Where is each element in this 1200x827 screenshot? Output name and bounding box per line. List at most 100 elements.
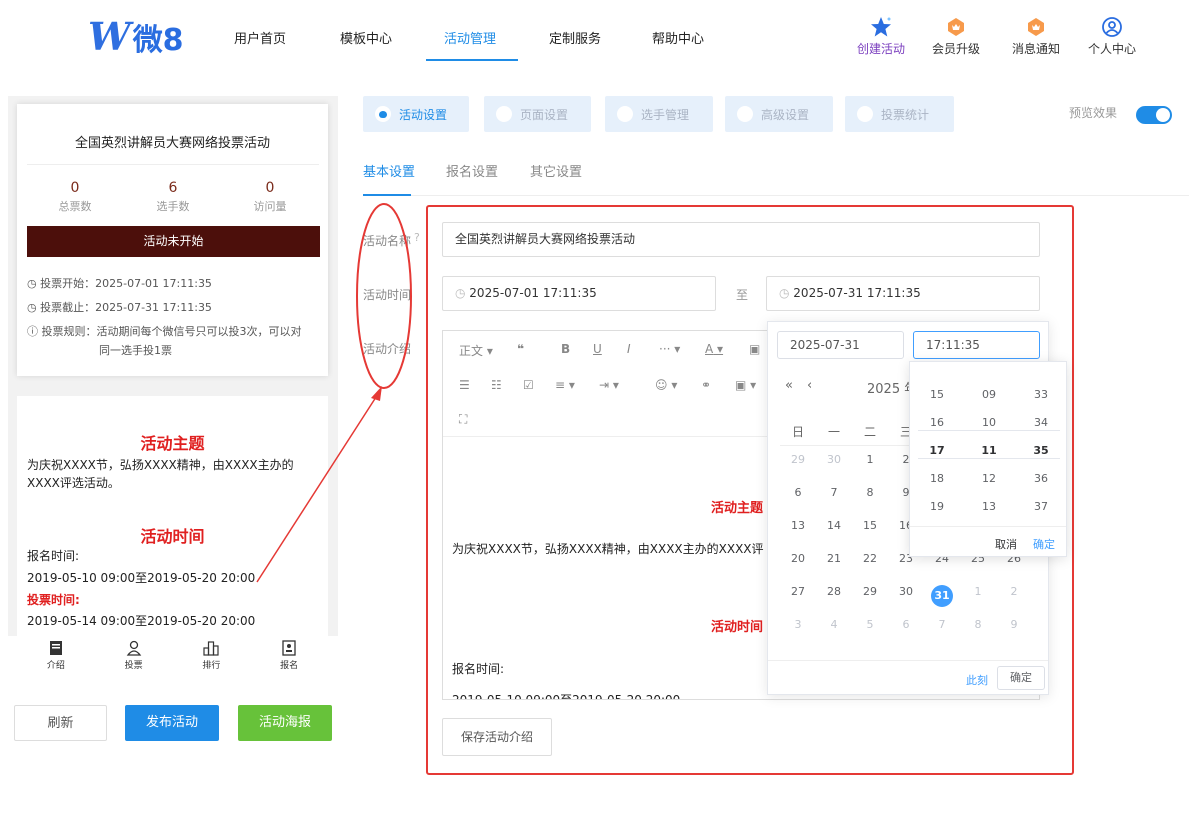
time-option-second[interactable]: 32 xyxy=(1016,362,1066,364)
calendar-day[interactable]: 6 xyxy=(888,618,924,631)
calendar-day[interactable]: 27 xyxy=(780,585,816,598)
time-picker-panel: 141516171819080910111213323334353637 取消 … xyxy=(909,361,1067,557)
calendar-day[interactable]: 7 xyxy=(816,486,852,499)
calendar-day[interactable]: 7 xyxy=(924,618,960,631)
time-option-second[interactable]: 35 xyxy=(1016,444,1066,457)
user-center-label: 个人中心 xyxy=(1087,42,1136,56)
time-option-minute[interactable]: 11 xyxy=(964,444,1014,457)
preview-toggle[interactable] xyxy=(1136,106,1172,124)
calendar-day[interactable]: 22 xyxy=(852,552,888,565)
nav-activity-management[interactable]: 活动管理 xyxy=(444,28,496,47)
info-icon: ⓘ xyxy=(27,325,42,338)
tab-contestant-management[interactable]: 选手管理 xyxy=(605,96,713,132)
prev-month-icon[interactable]: ‹ xyxy=(807,378,812,393)
nav-templates[interactable]: 模板中心 xyxy=(340,28,392,47)
clock-icon: ◷ xyxy=(27,277,41,290)
nav-home[interactable]: 用户首页 xyxy=(234,28,286,47)
time-option-hour[interactable]: 17 xyxy=(912,444,962,457)
time-option-second[interactable]: 34 xyxy=(1016,416,1066,429)
tab-activity-settings[interactable]: 活动设置 xyxy=(363,96,469,132)
create-activity-button[interactable]: 创建活动 xyxy=(851,16,911,57)
date-picker-date-input[interactable]: 2025-07-31 xyxy=(777,331,904,359)
subtab-other[interactable]: 其它设置 xyxy=(530,161,582,180)
calendar-day[interactable]: 4 xyxy=(816,618,852,631)
calendar-day-number: 5 xyxy=(866,618,874,631)
calendar-day[interactable]: 1 xyxy=(960,585,996,598)
notifications-button[interactable]: 消息通知 xyxy=(1006,16,1066,57)
prev-year-icon[interactable]: « xyxy=(785,378,793,393)
publish-activity-button[interactable]: 发布活动 xyxy=(125,705,219,741)
calendar-day[interactable]: 29 xyxy=(852,585,888,598)
subtab-signup[interactable]: 报名设置 xyxy=(446,161,498,180)
member-upgrade-button[interactable]: 会员升级 xyxy=(926,16,986,57)
tab-advanced-settings[interactable]: 高级设置 xyxy=(725,96,833,132)
time-confirm-button[interactable]: 确定 xyxy=(1033,536,1055,552)
calendar-day[interactable]: 15 xyxy=(852,519,888,532)
calendar-day[interactable]: 8 xyxy=(852,486,888,499)
time-option-minute[interactable]: 10 xyxy=(964,416,1014,429)
calendar-day[interactable]: 3 xyxy=(780,618,816,631)
time-option-minute[interactable]: 08 xyxy=(964,362,1014,364)
tab-page-settings[interactable]: 页面设置 xyxy=(484,96,591,132)
activity-intro-label: 活动介绍 xyxy=(363,342,412,356)
stat-value: 0 xyxy=(265,180,275,196)
tab-label: 选手管理 xyxy=(641,107,690,122)
tab-ranking[interactable]: 排行 xyxy=(173,636,251,678)
intro-heading-theme: 活动主题 xyxy=(140,434,205,453)
time-option-second[interactable]: 36 xyxy=(1016,472,1066,485)
nav-active-underline xyxy=(426,59,518,61)
calendar-day[interactable]: 8 xyxy=(960,618,996,631)
vote-start-info: ◷ 投票开始：2025-07-01 17:11:35 xyxy=(27,275,212,291)
user-center-button[interactable]: 个人中心 xyxy=(1082,16,1142,57)
date-picker-ok-button[interactable]: 确定 xyxy=(997,666,1045,690)
calendar-day[interactable]: 6 xyxy=(780,486,816,499)
date-picker-time-input[interactable]: 17:11:35 xyxy=(913,331,1040,359)
calendar-day[interactable]: 14 xyxy=(816,519,852,532)
calendar-day[interactable]: 1 xyxy=(852,453,888,466)
time-option-hour[interactable]: 14 xyxy=(912,362,962,364)
calendar-day-number: 21 xyxy=(827,552,841,565)
tab-signup[interactable]: 报名 xyxy=(250,636,328,678)
calendar-day[interactable]: 2 xyxy=(996,585,1032,598)
calendar-day[interactable]: 13 xyxy=(780,519,816,532)
calendar-day[interactable]: 30 xyxy=(888,585,924,598)
logo[interactable]: W 微8 xyxy=(88,14,184,59)
time-cancel-button[interactable]: 取消 xyxy=(995,536,1017,552)
tab-vote[interactable]: 投票 xyxy=(95,636,173,678)
calendar-day[interactable]: 31 xyxy=(924,585,960,607)
time-option-minute[interactable]: 12 xyxy=(964,472,1014,485)
person-icon xyxy=(126,640,141,656)
refresh-button[interactable]: 刷新 xyxy=(14,705,107,741)
calendar-day[interactable]: 5 xyxy=(852,618,888,631)
nav-custom-service[interactable]: 定制服务 xyxy=(549,28,601,47)
time-option-second[interactable]: 33 xyxy=(1016,388,1066,401)
calendar-day[interactable]: 30 xyxy=(816,453,852,466)
now-button[interactable]: 此刻 xyxy=(966,672,988,688)
calendar-day[interactable]: 9 xyxy=(996,618,1032,631)
calendar-day[interactable]: 21 xyxy=(816,552,852,565)
help-icon[interactable]: ? xyxy=(414,231,420,244)
stat-contestants: 6 选手数 xyxy=(123,180,223,214)
tab-label: 报名 xyxy=(280,661,299,671)
time-option-hour[interactable]: 19 xyxy=(912,500,962,513)
calendar-day-number: 9 xyxy=(1010,618,1018,631)
signup-time: 2019-05-10 09:00至2019-05-20 20:00 xyxy=(27,571,256,585)
subtab-basic[interactable]: 基本设置 xyxy=(363,161,415,180)
vote-end-info: ◷ 投票截止：2025-07-31 17:11:35 xyxy=(27,299,212,315)
calendar-day[interactable]: 29 xyxy=(780,453,816,466)
podium-icon xyxy=(203,641,219,656)
tab-label: 页面设置 xyxy=(520,107,569,122)
time-option-hour[interactable]: 16 xyxy=(912,416,962,429)
calendar-day[interactable]: 20 xyxy=(780,552,816,565)
time-option-minute[interactable]: 09 xyxy=(964,388,1014,401)
nav-help[interactable]: 帮助中心 xyxy=(652,28,704,47)
time-option-hour[interactable]: 15 xyxy=(912,388,962,401)
time-option-hour[interactable]: 18 xyxy=(912,472,962,485)
calendar-day-number: 8 xyxy=(974,618,982,631)
time-option-second[interactable]: 37 xyxy=(1016,500,1066,513)
tab-intro[interactable]: 介绍 xyxy=(17,636,95,678)
activity-poster-button[interactable]: 活动海报 xyxy=(238,705,332,741)
tab-vote-statistics[interactable]: 投票统计 xyxy=(845,96,954,132)
calendar-day[interactable]: 28 xyxy=(816,585,852,598)
time-option-minute[interactable]: 13 xyxy=(964,500,1014,513)
